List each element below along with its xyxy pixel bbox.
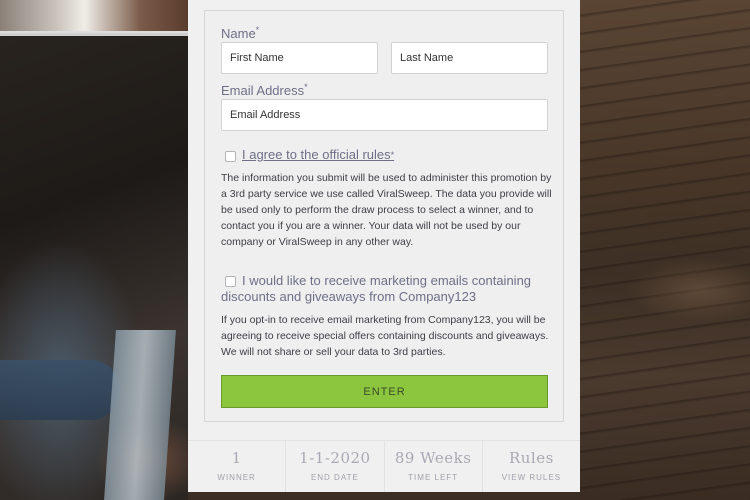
background-glow xyxy=(580,230,750,350)
official-rules-link[interactable]: I agree to the official rules* xyxy=(242,147,394,163)
stat-time-left: 89 Weeks TIME LEFT xyxy=(385,441,483,492)
stat-rules-value[interactable]: Rules xyxy=(483,449,580,467)
required-mark: * xyxy=(304,82,308,92)
stat-end-date-label: END DATE xyxy=(310,473,359,482)
stat-end-date-value: 1-1-2020 xyxy=(299,449,371,467)
rules-checkbox-label[interactable]: I agree to the official rules xyxy=(242,147,391,162)
email-label: Email Address* xyxy=(221,82,308,98)
enter-button[interactable]: ENTER xyxy=(221,375,548,408)
stat-end-date: 1-1-2020 END DATE xyxy=(286,441,385,492)
email-input[interactable] xyxy=(221,99,548,131)
stat-winners-value: 1 xyxy=(231,449,242,467)
marketing-checkbox-label[interactable]: I would like to receive marketing emails… xyxy=(221,273,551,305)
stat-rules-label[interactable]: VIEW RULES xyxy=(483,473,580,482)
background-stool xyxy=(104,330,176,500)
stat-time-left-value: 89 Weeks xyxy=(394,449,472,467)
email-label-text: Email Address xyxy=(221,83,305,98)
view-rules-link[interactable]: Rules VIEW RULES xyxy=(483,441,580,492)
background-jeans xyxy=(0,360,120,420)
stat-winners: 1 WINNER xyxy=(188,441,287,492)
rules-checkbox[interactable] xyxy=(225,151,236,162)
name-label: Name* xyxy=(221,25,260,41)
required-mark: * xyxy=(255,25,260,35)
name-label-text: Name xyxy=(221,26,256,41)
marketing-disclaimer: If you opt-in to receive email marketing… xyxy=(221,314,549,358)
entry-form: Name* Email Address* I agree to the offi… xyxy=(204,10,564,422)
stat-time-left-label: TIME LEFT xyxy=(408,473,459,482)
background-sneaker-image xyxy=(0,0,188,33)
stats-bar: 1 WINNER 1-1-2020 END DATE 89 Weeks TIME… xyxy=(188,440,580,492)
rules-disclaimer: The information you submit will be used … xyxy=(221,172,552,248)
first-name-input[interactable] xyxy=(221,42,378,74)
giveaway-widget: Name* Email Address* I agree to the offi… xyxy=(188,0,580,492)
stat-winners-label: WINNER xyxy=(217,473,256,482)
rules-required-mark: * xyxy=(390,150,395,160)
background-divider xyxy=(0,33,188,36)
last-name-input[interactable] xyxy=(391,42,548,74)
